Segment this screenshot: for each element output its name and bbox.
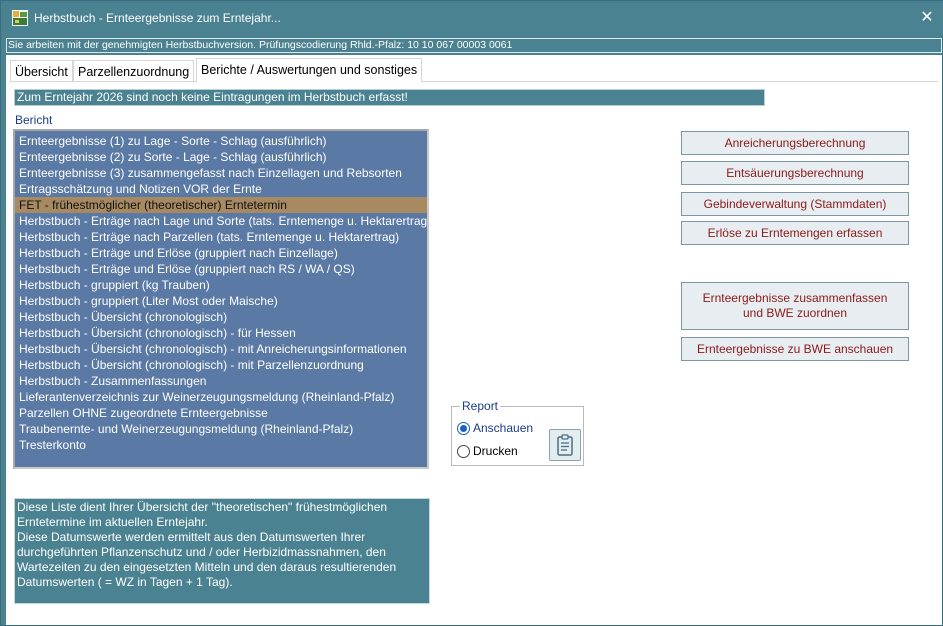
description-line: Diese Datumswerte werden ermittelt aus d… bbox=[17, 530, 366, 544]
info-banner: Zum Erntejahr 2026 sind noch keine Eintr… bbox=[14, 89, 765, 106]
report-list-item[interactable]: Herbstbuch - Erträge nach Lage und Sorte… bbox=[15, 213, 427, 229]
erloese-erfassen-button[interactable]: Erlöse zu Erntemengen erfassen bbox=[681, 221, 909, 245]
document-report-icon bbox=[557, 434, 573, 456]
report-list-items: Ernteergebnisse (1) zu Lage - Sorte - Sc… bbox=[15, 133, 427, 453]
report-list-item[interactable]: Parzellen OHNE zugeordnete Ernteergebnis… bbox=[15, 405, 427, 421]
bericht-label: Bericht bbox=[15, 113, 53, 127]
zusammenfassen-label-line1: Ernteergebnisse zusammenfassen bbox=[702, 291, 888, 305]
description-line: Datumswerten ( = WZ in Tagen + 1 Tag). bbox=[17, 575, 233, 589]
radio-drucken[interactable]: Drucken bbox=[457, 443, 518, 459]
tab-parzellenzuordnung[interactable]: Parzellenzuordnung bbox=[73, 60, 195, 82]
report-list-item[interactable]: Herbstbuch - Übersicht (chronologisch) -… bbox=[15, 341, 427, 357]
report-list-item[interactable]: FET - frühestmöglicher (theoretischer) E… bbox=[15, 197, 427, 213]
anreicherung-button[interactable]: Anreicherungsberechnung bbox=[681, 131, 909, 155]
ernteergebnisse-zusammenfassen-button[interactable]: Ernteergebnisse zusammenfassen und BWE z… bbox=[681, 282, 909, 330]
app-logo-icon bbox=[12, 10, 28, 26]
report-list-item[interactable]: Herbstbuch - Übersicht (chronologisch) bbox=[15, 309, 427, 325]
close-icon[interactable]: ✕ bbox=[910, 1, 943, 35]
report-list-item[interactable]: Ertragsschätzung und Notizen VOR der Ern… bbox=[15, 181, 427, 197]
report-list-item[interactable]: Ernteergebnisse (2) zu Sorte - Lage - Sc… bbox=[15, 149, 427, 165]
report-list-item[interactable]: Herbstbuch - Erträge nach Parzellen (tat… bbox=[15, 229, 427, 245]
tab-berichte[interactable]: Berichte / Auswertungen und sonstiges bbox=[196, 58, 423, 82]
report-list-item[interactable]: Tresterkonto bbox=[15, 437, 427, 453]
report-list-item[interactable]: Herbstbuch - gruppiert (kg Trauben) bbox=[15, 277, 427, 293]
report-list-item[interactable]: Traubenernte- und Weinerzeugungsmeldung … bbox=[15, 421, 427, 437]
gebindeverwaltung-button[interactable]: Gebindeverwaltung (Stammdaten) bbox=[681, 192, 909, 216]
description-line: Diese Liste dient Ihrer Übersicht der "t… bbox=[17, 500, 388, 514]
report-list-item[interactable]: Herbstbuch - Zusammenfassungen bbox=[15, 373, 427, 389]
window-title: Herbstbuch - Ernteergebnisse zum Ernteja… bbox=[34, 11, 281, 25]
radio-drucken-dot[interactable] bbox=[457, 444, 470, 458]
report-list-item[interactable]: Herbstbuch - Übersicht (chronologisch) -… bbox=[15, 357, 427, 373]
radio-anschauen-label: Anschauen bbox=[473, 421, 534, 435]
main-panel: Übersicht Parzellenzuordnung Berichte / … bbox=[6, 55, 942, 625]
report-list-item[interactable]: Herbstbuch - Erträge und Erlöse (gruppie… bbox=[15, 245, 427, 261]
radio-anschauen[interactable]: Anschauen bbox=[457, 420, 533, 436]
app-window: Herbstbuch - Ernteergebnisse zum Ernteja… bbox=[0, 0, 943, 626]
tab-uebersicht[interactable]: Übersicht bbox=[10, 60, 73, 82]
description-line: Erntetermine im aktuellen Erntejahr. bbox=[17, 515, 208, 529]
entsaeuerung-button[interactable]: Entsäuerungsberechnung bbox=[681, 161, 909, 185]
report-groupbox: Report Anschauen Drucken bbox=[451, 399, 584, 466]
bwe-anschauen-button[interactable]: Ernteergebnisse zu BWE anschauen bbox=[681, 337, 909, 361]
radio-anschauen-dot[interactable] bbox=[457, 421, 470, 435]
report-list-item[interactable]: Ernteergebnisse (3) zusammengefasst nach… bbox=[15, 165, 427, 181]
run-report-button[interactable] bbox=[549, 429, 581, 461]
report-legend: Report bbox=[460, 399, 501, 413]
report-list-item[interactable]: Ernteergebnisse (1) zu Lage - Sorte - Sc… bbox=[15, 133, 427, 149]
tab-panel-divider bbox=[10, 81, 938, 82]
description-line: Wartezeiten zu den eingesetzten Mitteln … bbox=[17, 560, 397, 574]
version-status-bar: Sie arbeiten mit der genehmigten Herbstb… bbox=[6, 38, 942, 53]
description-line: durchgeführten Pflanzenschutz und / oder… bbox=[17, 545, 386, 559]
report-list-item[interactable]: Herbstbuch - Erträge und Erlöse (gruppie… bbox=[15, 261, 427, 277]
zusammenfassen-label-line2: und BWE zuordnen bbox=[742, 306, 848, 320]
report-list[interactable]: Ernteergebnisse (1) zu Lage - Sorte - Sc… bbox=[13, 129, 429, 469]
report-list-item[interactable]: Herbstbuch - Übersicht (chronologisch) -… bbox=[15, 325, 427, 341]
report-list-item[interactable]: Herbstbuch - gruppiert (Liter Most oder … bbox=[15, 293, 427, 309]
report-description: Diese Liste dient Ihrer Übersicht der "t… bbox=[14, 498, 430, 604]
title-bar: Herbstbuch - Ernteergebnisse zum Ernteja… bbox=[1, 1, 943, 35]
report-list-item[interactable]: Lieferantenverzeichnis zur Weinerzeugung… bbox=[15, 389, 427, 405]
radio-drucken-label: Drucken bbox=[473, 444, 518, 458]
